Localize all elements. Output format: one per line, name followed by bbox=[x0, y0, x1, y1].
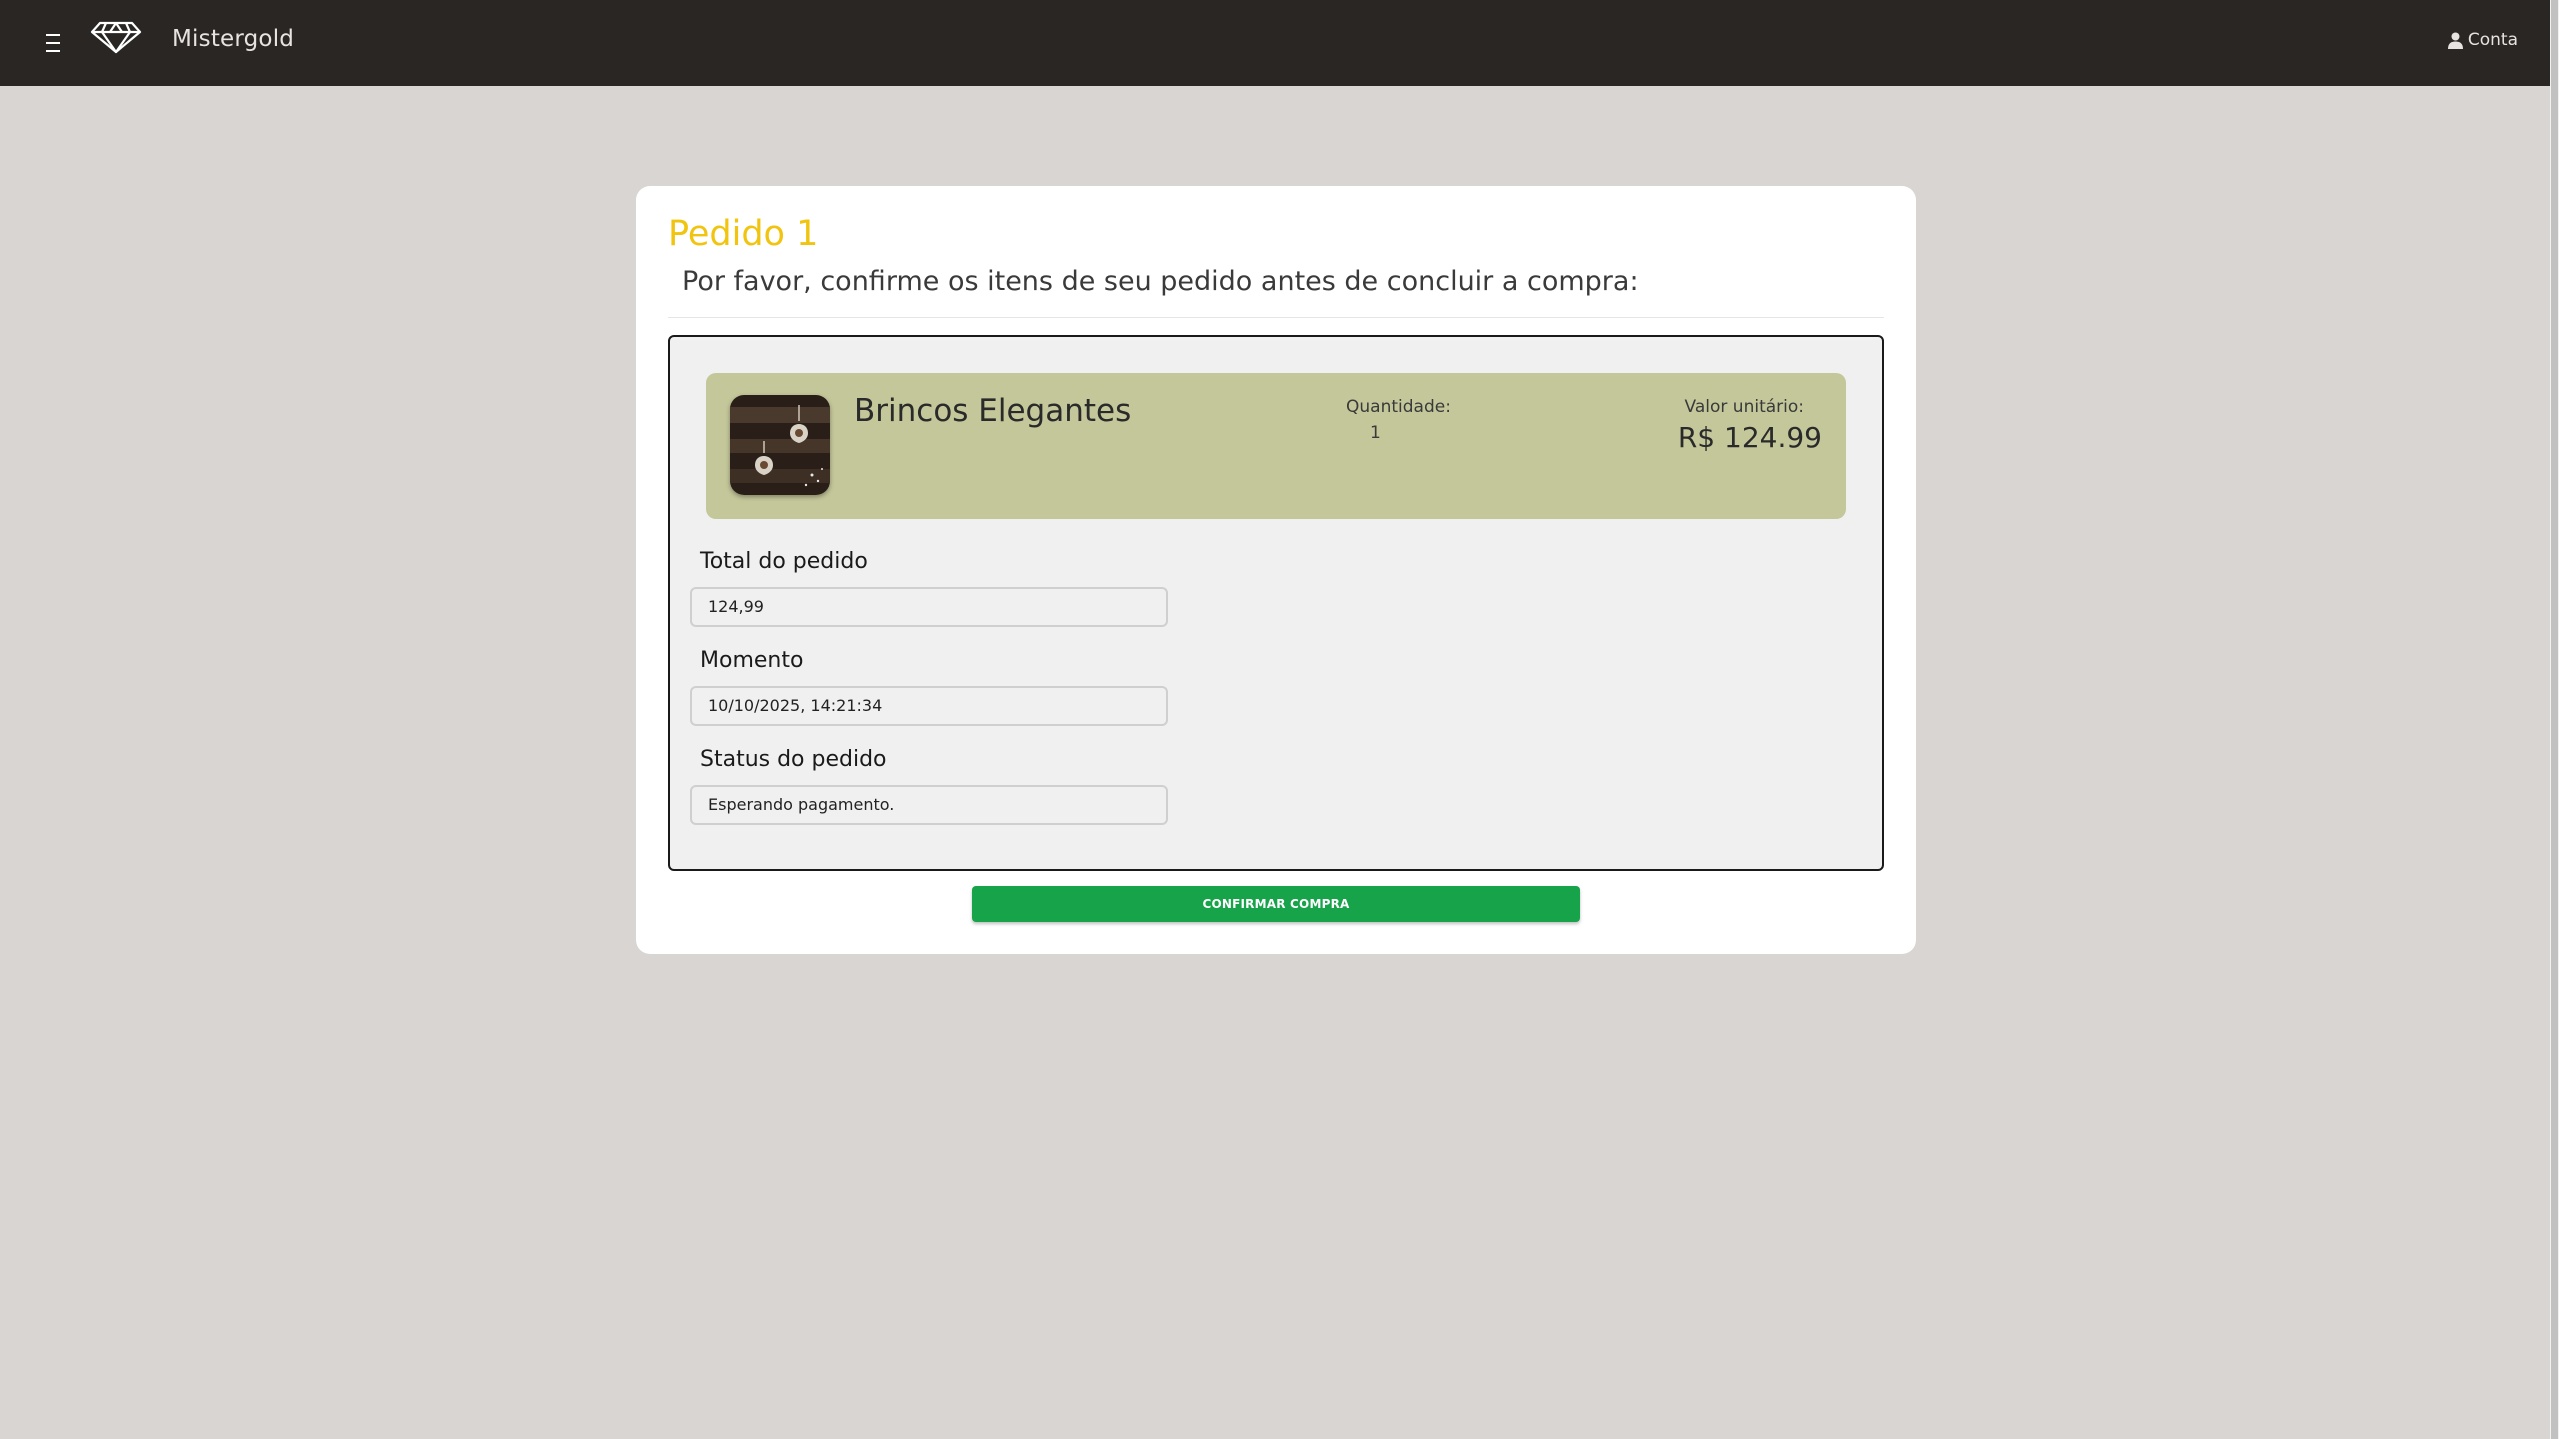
top-navbar: Mistergold Conta bbox=[0, 0, 2550, 86]
earrings-product-image bbox=[730, 395, 830, 495]
quantity-label: Quantidade: bbox=[1346, 397, 1451, 417]
scrollbar-thumb[interactable] bbox=[2551, 0, 2558, 1439]
order-title: Pedido 1 bbox=[668, 214, 819, 254]
order-confirmation-card: Pedido 1 Por favor, confirme os itens de… bbox=[636, 186, 1916, 954]
total-field[interactable] bbox=[690, 587, 1168, 627]
unit-price-label: Valor unitário: bbox=[1684, 397, 1804, 417]
order-details-box: Brincos Elegantes Quantidade: 1 Valor un… bbox=[668, 335, 1884, 871]
confirm-purchase-button[interactable]: CONFIRMAR COMPRA bbox=[972, 886, 1580, 922]
moment-label: Momento bbox=[700, 648, 804, 673]
account-link[interactable]: Conta bbox=[2447, 30, 2518, 50]
hamburger-menu-icon[interactable] bbox=[46, 34, 63, 52]
page-scrollbar[interactable] bbox=[2550, 0, 2559, 1439]
status-field[interactable] bbox=[690, 785, 1168, 825]
order-item: Brincos Elegantes Quantidade: 1 Valor un… bbox=[706, 373, 1846, 519]
order-subtitle: Por favor, confirme os itens de seu pedi… bbox=[682, 266, 1639, 297]
brand-name[interactable]: Mistergold bbox=[172, 26, 294, 52]
status-label: Status do pedido bbox=[700, 747, 887, 772]
quantity-value: 1 bbox=[1370, 423, 1381, 443]
item-name[interactable]: Brincos Elegantes bbox=[854, 393, 1131, 429]
unit-price-value: R$ 124.99 bbox=[1677, 421, 1822, 454]
moment-field[interactable] bbox=[690, 686, 1168, 726]
divider bbox=[668, 317, 1884, 318]
user-icon bbox=[2447, 32, 2463, 49]
total-label: Total do pedido bbox=[700, 549, 868, 574]
account-label: Conta bbox=[2467, 30, 2518, 50]
diamond-logo-icon[interactable] bbox=[90, 20, 142, 54]
